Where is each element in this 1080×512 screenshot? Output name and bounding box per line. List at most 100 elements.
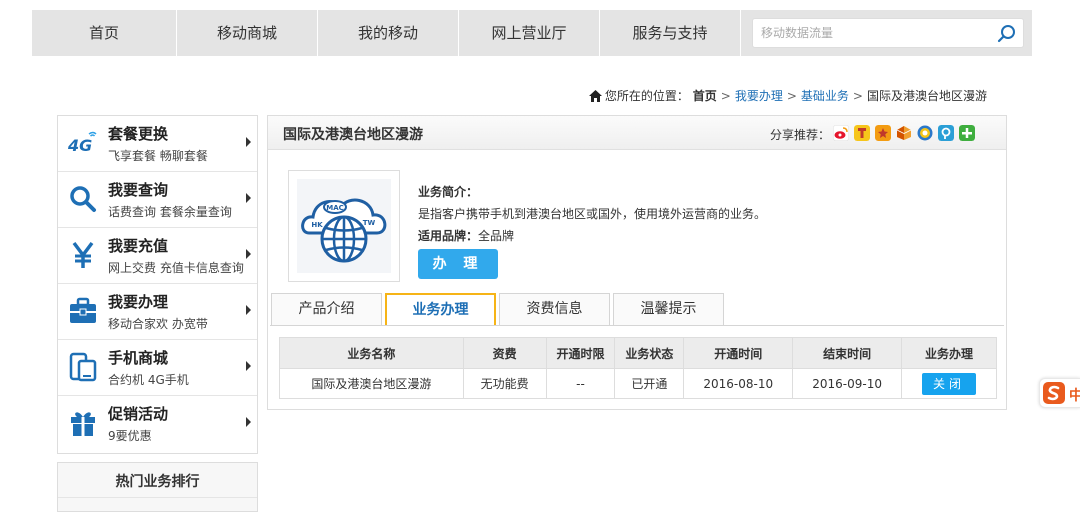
column-header: 开通时间 xyxy=(683,337,794,369)
svg-text:MAC: MAC xyxy=(326,204,344,212)
menu-item-query[interactable]: 我要查询 话费查询 套餐余量查询 xyxy=(58,172,257,228)
4g-icon: 4G xyxy=(67,128,98,158)
column-header: 业务状态 xyxy=(614,337,685,369)
tab-tips[interactable]: 温馨提示 xyxy=(613,293,724,325)
chevron-right-icon xyxy=(246,417,251,427)
tab-product-intro[interactable]: 产品介绍 xyxy=(271,293,382,325)
tencent-icon[interactable] xyxy=(854,125,870,141)
yen-icon xyxy=(72,241,94,268)
nav-mall[interactable]: 移动商城 xyxy=(177,10,317,56)
panel-title: 国际及港澳台地区漫游 xyxy=(283,127,423,143)
apply-button[interactable]: 办 理 xyxy=(418,249,498,279)
breadcrumb-separator: > xyxy=(786,89,797,103)
panel-header: 国际及港澳台地区漫游 分享推荐： xyxy=(268,116,1006,150)
kaixin-icon[interactable] xyxy=(896,125,912,141)
divider xyxy=(58,497,257,498)
hot-ranking-box: 热门业务排行 xyxy=(57,462,258,512)
column-header: 业务办理 xyxy=(901,337,997,369)
close-service-button[interactable]: 关闭 xyxy=(922,372,977,395)
breadcrumb-separator: > xyxy=(852,89,863,103)
breadcrumb-home[interactable]: 首页 xyxy=(693,89,717,103)
brand-row: 适用品牌：全品牌 xyxy=(418,227,514,244)
nav-service-support[interactable]: 服务与支持 xyxy=(600,10,740,56)
table-cell: 2016-09-10 xyxy=(792,368,903,399)
briefcase-icon xyxy=(70,297,96,323)
more-share-icon[interactable] xyxy=(959,125,975,141)
menu-item-phone-mall[interactable]: 手机商城 合约机 4G手机 xyxy=(58,340,257,396)
column-header: 结束时间 xyxy=(792,337,903,369)
menu-title: 我要查询 xyxy=(108,181,169,199)
menu-sub: 合约机 4G手机 xyxy=(108,373,189,387)
breadcrumb-basic-business[interactable]: 基础业务 xyxy=(801,89,849,103)
table-cell: 2016-08-10 xyxy=(683,368,794,399)
chevron-right-icon xyxy=(246,361,251,371)
table-row: 国际及港澳台地区漫游 无功能费 -- 已开通 2016-08-10 2016-0… xyxy=(279,368,997,399)
column-header: 业务名称 xyxy=(279,337,464,369)
business-table: 业务名称 资费 开通时限 业务状态 开通时间 结束时间 业务办理 国际及港澳台地… xyxy=(279,337,997,399)
menu-sub: 话费查询 套餐余量查询 xyxy=(108,205,232,219)
column-header: 资费 xyxy=(462,337,547,369)
brand-value: 全品牌 xyxy=(478,229,515,243)
table-cell: 无功能费 xyxy=(462,368,547,399)
qzone-icon[interactable] xyxy=(875,125,891,141)
business-panel: 国际及港澳台地区漫游 分享推荐： MAC HK TW 业务简介： 是指客户携带手… xyxy=(267,115,1007,410)
breadcrumb-handle[interactable]: 我要办理 xyxy=(735,89,783,103)
chevron-right-icon xyxy=(246,193,251,203)
search-icon[interactable] xyxy=(996,23,1018,45)
nav-online-hall[interactable]: 网上营业厅 xyxy=(459,10,599,56)
menu-sub: 网上交费 充值卡信息查询 xyxy=(108,261,244,275)
menu-sub: 飞享套餐 畅聊套餐 xyxy=(108,149,208,163)
column-header: 开通时限 xyxy=(545,337,616,369)
chevron-right-icon xyxy=(246,137,251,147)
search-input[interactable] xyxy=(759,23,989,43)
breadcrumb: 您所在的位置： 首页 > 我要办理 > 基础业务 > 国际及港澳台地区漫游 xyxy=(588,87,987,104)
menu-item-handle[interactable]: 我要办理 移动合家欢 办宽带 xyxy=(58,284,257,340)
nav-divider xyxy=(740,10,741,56)
svg-text:TW: TW xyxy=(363,219,376,227)
nav-home[interactable]: 首页 xyxy=(32,10,176,56)
input-method-widget[interactable]: 中 xyxy=(1039,378,1080,408)
menu-item-promotions[interactable]: 促销活动 9要优惠 xyxy=(58,396,257,452)
tab-business-handle[interactable]: 业务办理 xyxy=(385,293,496,325)
hot-ranking-title: 热门业务排行 xyxy=(115,474,200,490)
top-nav: 首页 移动商城 我的移动 网上营业厅 服务与支持 xyxy=(32,10,1032,56)
nav-my-mobile[interactable]: 我的移动 xyxy=(318,10,458,56)
douban-icon[interactable] xyxy=(938,125,954,141)
table-cell: 关闭 xyxy=(901,368,997,399)
menu-title: 促销活动 xyxy=(108,405,169,423)
search-icon xyxy=(70,186,96,212)
breadcrumb-prefix: 您所在的位置： xyxy=(604,89,689,103)
table-cell: 国际及港澳台地区漫游 xyxy=(279,368,464,399)
description-label: 业务简介： xyxy=(418,185,479,199)
chevron-right-icon xyxy=(246,305,251,315)
menu-title: 我要充值 xyxy=(108,237,169,255)
table-cell: 已开通 xyxy=(614,368,685,399)
sogou-icon xyxy=(1043,382,1065,404)
table-header-row: 业务名称 资费 开通时限 业务状态 开通时间 结束时间 业务办理 xyxy=(279,337,997,369)
product-image: MAC HK TW xyxy=(288,170,400,282)
tab-fee-info[interactable]: 资费信息 xyxy=(499,293,610,325)
share-label: 分享推荐： xyxy=(770,128,831,142)
chevron-right-icon xyxy=(246,249,251,259)
input-method-label: 中 xyxy=(1069,388,1080,404)
table-cell: -- xyxy=(545,368,616,399)
menu-item-plan-change[interactable]: 4G 套餐更换 飞享套餐 畅聊套餐 xyxy=(58,116,257,172)
menu-item-recharge[interactable]: 我要充值 网上交费 充值卡信息查询 xyxy=(58,228,257,284)
menu-sub: 移动合家欢 办宽带 xyxy=(108,317,208,331)
home-icon xyxy=(588,90,602,102)
breadcrumb-current: 国际及港澳台地区漫游 xyxy=(866,89,987,103)
menu-title: 我要办理 xyxy=(108,293,169,311)
svg-text:HK: HK xyxy=(311,221,323,229)
renren-icon[interactable] xyxy=(917,125,933,141)
gift-icon xyxy=(71,412,95,436)
menu-title: 手机商城 xyxy=(108,349,169,367)
description-text: 是指客户携带手机到港澳台地区或国外，使用境外运营商的业务。 xyxy=(418,207,767,221)
brand-label: 适用品牌： xyxy=(418,229,479,243)
svg-text:4G: 4G xyxy=(68,136,92,155)
weibo-icon[interactable] xyxy=(833,125,849,141)
search-box xyxy=(752,18,1024,48)
phone-icon xyxy=(69,352,97,382)
menu-title: 套餐更换 xyxy=(108,125,169,143)
globe-roaming-icon: MAC HK TW xyxy=(297,179,391,273)
breadcrumb-separator: > xyxy=(720,89,731,103)
